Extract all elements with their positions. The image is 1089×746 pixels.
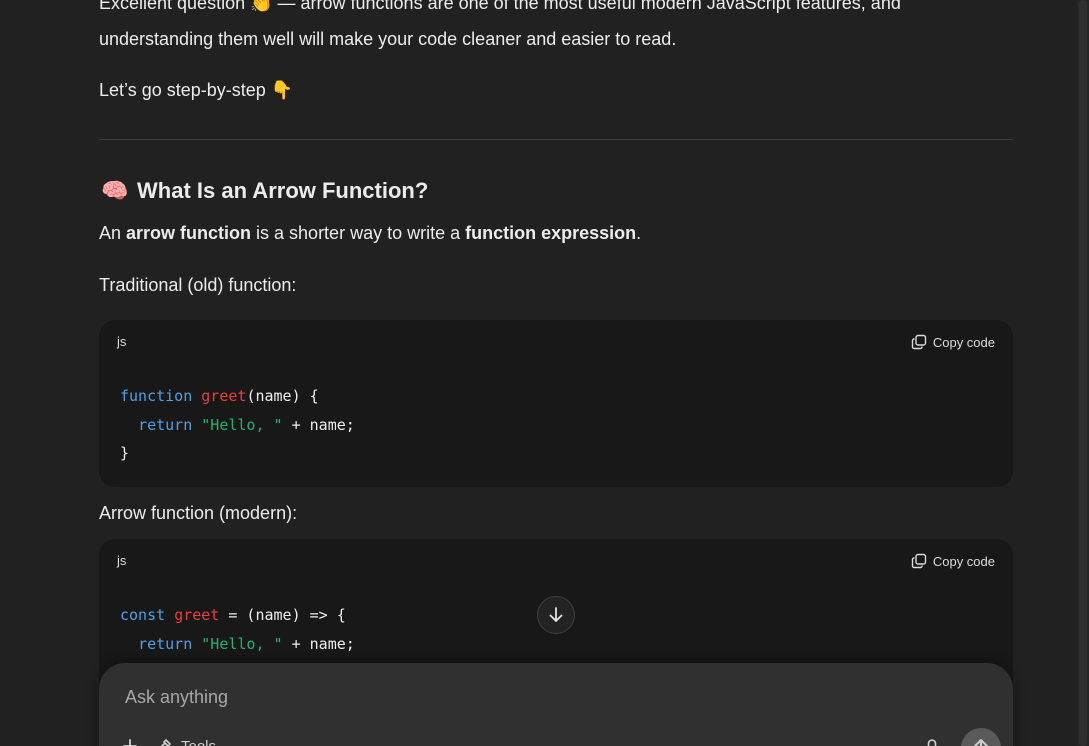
composer-toolbar: Tools (121, 737, 216, 746)
tools-icon (160, 738, 172, 746)
arrow-label: Arrow function (modern): (99, 503, 298, 523)
copy-code-button[interactable]: Copy code (911, 332, 995, 352)
code-function-name: greet (174, 606, 220, 624)
code-string: "Hello, " (201, 415, 283, 434)
definition-text-middle: is a shorter way to write a (251, 223, 466, 243)
code-keyword: function (120, 387, 193, 405)
code-keyword: const (120, 606, 166, 624)
code-text: + name; (282, 415, 355, 434)
send-icon (974, 739, 988, 746)
step-paragraph: Let’s go step-by-step 👇 (99, 76, 293, 104)
arrow-down-icon (549, 607, 563, 622)
pointing-down-emoji-icon: 👇 (270, 80, 294, 100)
chat-page: Excellent question 👏 — arrow functions a… (0, 0, 1089, 746)
code-content: const greet = (name) => { return "Hello,… (120, 601, 355, 658)
scroll-to-bottom-button[interactable] (537, 596, 575, 634)
clap-emoji-icon: 👏 (250, 0, 273, 13)
intro-text: Excellent question (99, 0, 251, 13)
code-text: (name) { (246, 387, 319, 405)
plus-icon[interactable] (121, 737, 139, 746)
code-language-label: js (117, 553, 127, 568)
definition-text: An (99, 223, 127, 243)
section-heading-text: What Is an Arrow Function? (137, 178, 429, 203)
section-divider (99, 139, 1013, 140)
scrollbar-track[interactable] (1077, 0, 1089, 746)
definition-bold-function-expression: function expression (465, 223, 637, 243)
code-text: + name; (282, 634, 355, 653)
definition-period: . (636, 223, 642, 243)
code-language-label: js (117, 334, 127, 349)
brain-emoji-icon: 🧠 (101, 178, 129, 203)
definition-bold-arrow-function: arrow function (126, 223, 252, 243)
intro-paragraph-line2: understanding them well will make your c… (99, 29, 677, 49)
message-composer: Tools (99, 663, 1013, 746)
prompt-input[interactable] (123, 681, 927, 713)
code-block-header: js Copy code (99, 320, 1013, 364)
code-keyword: return (138, 415, 193, 434)
code-text: = (name) => { (219, 606, 346, 624)
scrollbar-thumb[interactable] (1079, 0, 1087, 746)
tools-button[interactable]: Tools (155, 737, 216, 746)
microphone-icon[interactable] (925, 739, 939, 746)
code-keyword: return (138, 634, 193, 653)
copy-icon (911, 553, 927, 569)
tools-label: Tools (181, 737, 217, 746)
code-text: } (120, 444, 130, 462)
intro-paragraph-line1: Excellent question 👏 — arrow functions a… (99, 0, 901, 17)
intro-text-rest: — arrow functions are one of the most us… (272, 0, 901, 13)
code-function-name: greet (201, 387, 247, 405)
copy-icon (911, 334, 927, 350)
section-heading: 🧠 What Is an Arrow Function? (101, 176, 428, 206)
copy-code-button[interactable]: Copy code (911, 551, 995, 571)
copy-code-label: Copy code (932, 334, 995, 350)
definition-paragraph: An arrow function is a shorter way to wr… (99, 219, 641, 247)
code-string: "Hello, " (201, 634, 283, 653)
copy-code-label: Copy code (932, 553, 995, 569)
send-button[interactable] (961, 728, 1001, 746)
code-block-traditional: js Copy code function greet(name) { retu… (99, 320, 1013, 487)
step-text: Let’s go step-by-step (99, 80, 271, 100)
code-content: function greet(name) { return "Hello, " … (120, 382, 355, 468)
traditional-label: Traditional (old) function: (99, 275, 297, 295)
code-block-header: js Copy code (99, 539, 1013, 583)
